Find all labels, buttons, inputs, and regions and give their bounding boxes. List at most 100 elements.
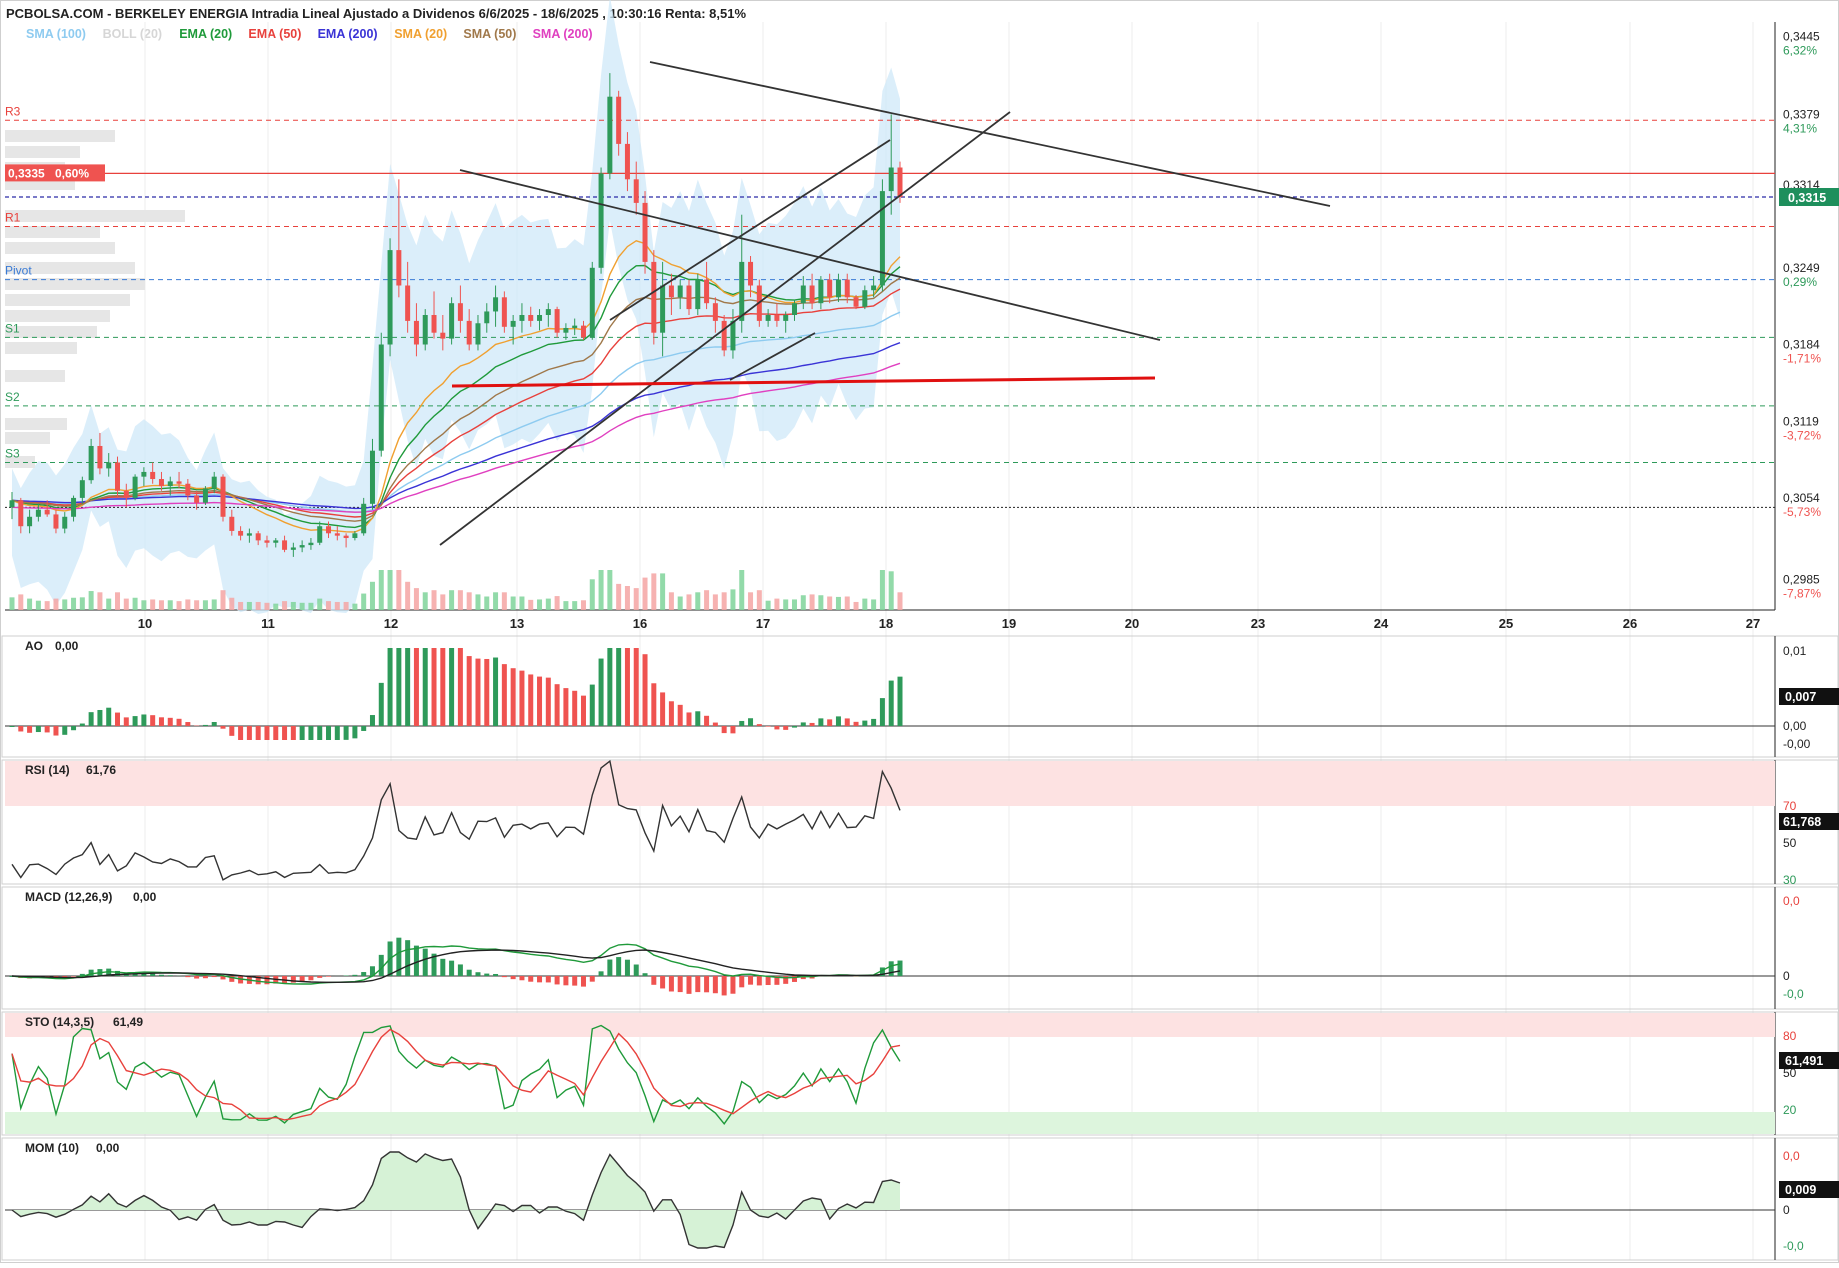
candle [221,474,226,521]
mom-tick: -0,0 [1783,1239,1804,1253]
macd-histogram-bar [599,971,604,976]
candle-body [625,144,630,179]
ao-bar [599,659,604,726]
volume-bar [177,601,182,610]
volume-bar [282,601,287,610]
macd-tick: -0,0 [1783,987,1804,1001]
ao-bar [440,648,445,726]
candle-body [203,488,208,502]
ao-bar [713,723,718,726]
volume-bar [643,578,648,610]
x-axis-label: 20 [1125,616,1139,631]
macd-histogram-bar [678,976,683,992]
volume-bar [528,600,533,610]
ao-bar [766,726,771,727]
mom-current-label: 0,009 [1785,1183,1816,1197]
macd-histogram-bar [528,976,533,982]
ao-bar [71,726,76,730]
candle-body [616,97,621,144]
candle-body [836,280,841,298]
chart-frame [1,1,1839,1263]
candle-body [370,451,375,504]
volume-bar [229,598,234,610]
candle-body [62,517,67,529]
volume-bar [335,602,340,610]
volume-bar [344,602,349,610]
x-axis-label: 13 [510,616,524,631]
macd-histogram-bar [625,960,630,976]
candle-body [352,533,357,538]
candle-body [766,315,771,321]
candle-body [106,463,111,469]
candle-body [282,540,287,549]
candle-body [344,536,349,538]
price-tick-label: 0,3119 [1783,414,1819,428]
ao-bar [651,683,656,726]
level-label-s1: S1 [5,321,20,335]
ao-bar [678,705,683,726]
macd-histogram-bar [519,976,524,980]
rsi-tick: 30 [1783,873,1797,887]
ao-bar [396,648,401,726]
macd-histogram-bar [185,976,190,977]
macd-histogram-bar [317,976,322,978]
candle-body [247,533,252,535]
macd-histogram-bar [212,976,217,977]
macd-histogram-bar [264,976,269,984]
ao-bar [862,721,867,726]
legend-item: EMA (50) [248,27,301,41]
volume-bar [467,592,472,610]
candle-body [678,286,683,298]
volume-bar [80,597,85,610]
ao-bar [27,726,32,733]
volume-bar [836,597,841,610]
candle-body [300,545,305,547]
price-tick-label: 0,3379 [1783,107,1820,121]
volume-bar [607,570,612,610]
macd-histogram-bar [651,976,656,985]
volume-bar [634,588,639,610]
volume-bar [414,588,419,610]
ao-tick: 0,01 [1783,644,1807,658]
candle [695,274,700,315]
macd-histogram-bar [502,976,507,977]
ao-bar [484,659,489,726]
volume-bar [563,601,568,610]
ao-bar [238,726,243,740]
volume-bar [854,602,859,610]
candle-body [53,514,58,528]
sto-oversold-zone [5,1112,1775,1134]
ao-bar [300,726,305,740]
volume-bar [203,600,208,610]
candle-body [827,280,832,298]
x-axis-label: 23 [1251,616,1265,631]
candle-body [845,280,850,298]
candle [449,297,454,344]
candle-body [124,491,129,498]
volume-bar [511,597,516,611]
ao-bar [405,648,410,726]
candle-body [256,533,261,540]
candle-body [10,500,15,507]
rsi-overbought-zone [5,761,1775,806]
candle-body [722,321,727,351]
ao-bar [80,724,85,726]
price-tick-label: 0,3249 [1783,261,1820,275]
ao-bar [361,726,366,731]
ao-bar [889,681,894,726]
price-tick-pct: -5,73% [1783,505,1821,519]
ao-bar [308,726,313,740]
volume-bar [722,592,727,610]
candle-body [572,326,577,328]
candle-body [651,262,656,333]
volume-bar [45,601,50,610]
ao-bar [379,683,384,726]
volume-bar [686,594,691,610]
volume-profile-bar [5,294,130,306]
ao-bar [203,725,208,726]
volume-bar [493,592,498,610]
candle-body [317,526,322,543]
ao-bar [45,726,50,732]
ao-name: AO [25,639,43,653]
candle-body [730,321,735,351]
